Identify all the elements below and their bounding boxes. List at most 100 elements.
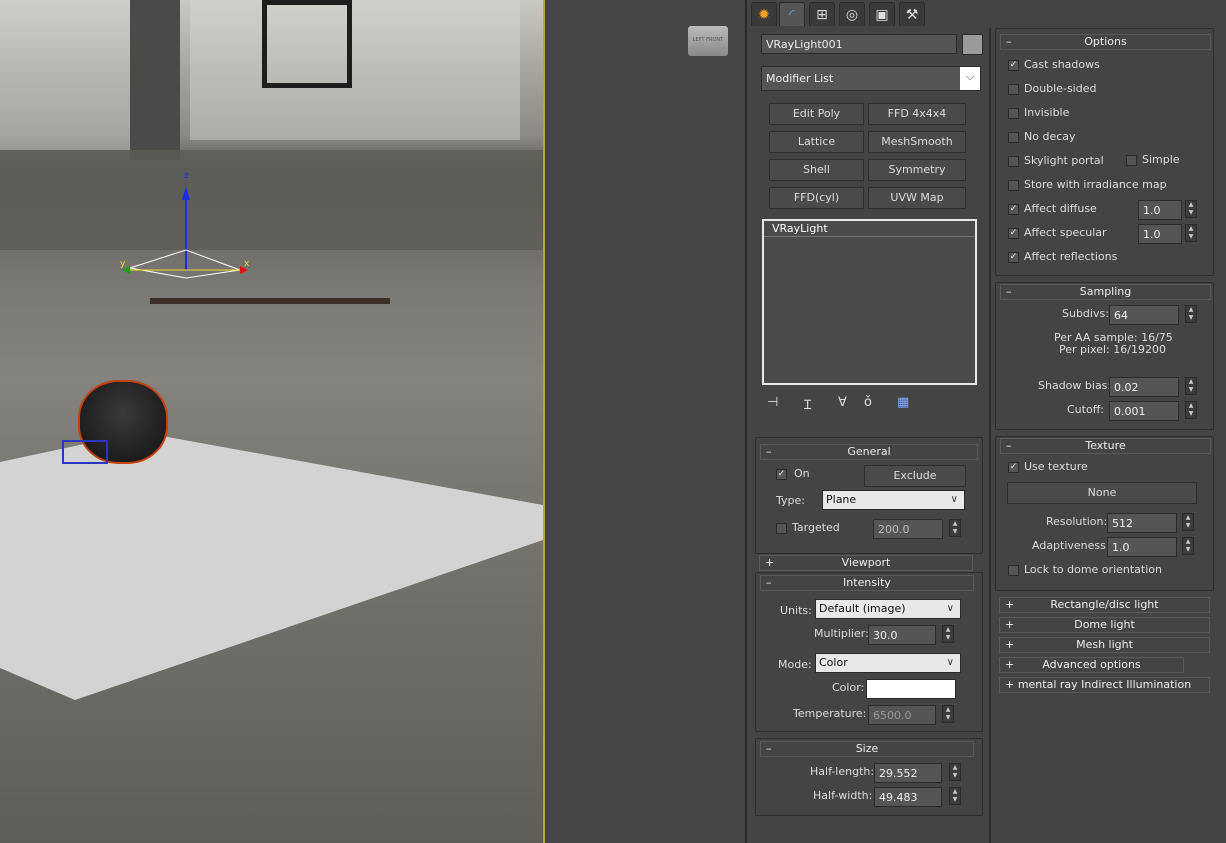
option-checkbox-3[interactable] xyxy=(1008,132,1019,143)
temperature-spinner[interactable]: ▲ ▼ xyxy=(942,705,954,723)
targeted-label: Targeted xyxy=(792,521,840,534)
modifier-edit-poly-button[interactable]: Edit Poly xyxy=(769,103,864,125)
simple-checkbox[interactable] xyxy=(1126,155,1137,166)
half-width-spinner[interactable]: ▲ ▼ xyxy=(949,787,961,805)
adaptiveness-input[interactable]: 1.0 xyxy=(1107,537,1177,557)
modifier-uvw-map-button[interactable]: UVW Map xyxy=(868,187,966,209)
tab-utilities[interactable]: ⚒ xyxy=(899,2,925,26)
resolution-input[interactable]: 512 xyxy=(1107,513,1177,533)
mesh-light-rollout-header[interactable]: + Mesh light xyxy=(999,637,1210,653)
shadow-bias-spinner[interactable]: ▲ ▼ xyxy=(1185,377,1197,395)
type-dropdown[interactable]: Plane ∨ xyxy=(822,490,965,510)
camera-object[interactable] xyxy=(62,440,108,464)
subdivs-spinner[interactable]: ▲ ▼ xyxy=(1185,305,1197,323)
sampling-title: Sampling xyxy=(1079,285,1132,298)
option-checkbox-0[interactable]: ✓ xyxy=(1008,60,1019,71)
half-length-input[interactable]: 29.552 xyxy=(874,763,942,783)
option-checkbox-6[interactable]: ✓ xyxy=(1008,204,1019,215)
affect-specular-spinner[interactable]: ▲ ▼ xyxy=(1185,224,1197,242)
texture-rollout: – Texture ✓ Use texture None Resolution: … xyxy=(995,436,1214,591)
resolution-spinner[interactable]: ▲ ▼ xyxy=(1182,513,1194,531)
lock-dome-label: Lock to dome orientation xyxy=(1024,563,1162,576)
intensity-rollout-header[interactable]: – Intensity xyxy=(760,575,974,591)
texture-rollout-header[interactable]: – Texture xyxy=(1000,438,1211,454)
configure-modifier-sets-icon[interactable]: ▦ xyxy=(897,395,909,410)
transform-gizmo[interactable]: x y z xyxy=(110,170,270,310)
half-length-label: Half-length: xyxy=(810,765,875,778)
gizmo-x-label: x xyxy=(244,259,250,269)
affect-diffuse-spinner[interactable]: ▲ ▼ xyxy=(1185,200,1197,218)
modifier-stack[interactable]: VRayLight xyxy=(762,219,977,385)
size-rollout-header[interactable]: – Size xyxy=(760,741,974,757)
tab-create[interactable]: ✹ xyxy=(751,2,777,26)
half-length-spinner[interactable]: ▲ ▼ xyxy=(949,763,961,781)
option-checkbox-4[interactable] xyxy=(1008,156,1019,167)
make-unique-icon[interactable]: ∀ xyxy=(838,395,847,410)
modifier-shell-button[interactable]: Shell xyxy=(769,159,864,181)
adaptiveness-label: Adaptiveness: xyxy=(1032,539,1110,552)
rollout-title: Advanced options xyxy=(1042,658,1141,671)
option-checkbox-5[interactable] xyxy=(1008,180,1019,191)
display-icon: ▣ xyxy=(875,7,889,23)
tab-modify[interactable]: ◜ xyxy=(779,2,805,26)
mental-ray-gi-rollout-header[interactable]: + mental ray Indirect Illumination xyxy=(999,677,1210,693)
affect-specular-input[interactable]: 1.0 xyxy=(1138,224,1182,244)
texture-map-button[interactable]: None xyxy=(1007,482,1197,504)
option-checkbox-7[interactable]: ✓ xyxy=(1008,228,1019,239)
dome-light-rollout-header[interactable]: + Dome light xyxy=(999,617,1210,633)
tab-display[interactable]: ▣ xyxy=(869,2,895,26)
sampling-rollout-header[interactable]: – Sampling xyxy=(1000,284,1211,300)
options-rollout-header[interactable]: – Options xyxy=(1000,34,1211,50)
half-width-input[interactable]: 49.483 xyxy=(874,787,942,807)
multiplier-input[interactable]: 30.0 xyxy=(868,625,936,645)
option-checkbox-8[interactable]: ✓ xyxy=(1008,252,1019,263)
subdivs-input[interactable]: 64 xyxy=(1109,305,1179,325)
modifier-ffd-4x4x4-button[interactable]: FFD 4x4x4 xyxy=(868,103,966,125)
viewport-rollout-header[interactable]: + Viewport xyxy=(759,555,973,571)
targeted-checkbox[interactable] xyxy=(776,523,787,534)
general-rollout-header[interactable]: – General xyxy=(760,444,978,460)
viewport[interactable]: x y z LEFT FRONT xyxy=(0,0,745,843)
pin-stack-icon[interactable]: ⊣ xyxy=(767,395,778,410)
target-distance-spinner[interactable]: ▲ ▼ xyxy=(949,519,961,537)
multiplier-spinner[interactable]: ▲ ▼ xyxy=(942,625,954,643)
modifier-ffd-cyl-button[interactable]: FFD(cyl) xyxy=(769,187,864,209)
modifier-list-dropdown[interactable]: Modifier List ⌵ xyxy=(761,66,981,91)
cutoff-spinner[interactable]: ▲ ▼ xyxy=(1185,401,1197,419)
stack-item-vraylight[interactable]: VRayLight xyxy=(764,221,975,237)
adaptiveness-spinner[interactable]: ▲ ▼ xyxy=(1182,537,1194,555)
option-label: Skylight portal xyxy=(1024,154,1104,167)
tab-motion[interactable]: ◎ xyxy=(839,2,865,26)
advanced-options-rollout-header[interactable]: + Advanced options xyxy=(999,657,1184,673)
lock-dome-checkbox[interactable] xyxy=(1008,565,1019,576)
affect-diffuse-input[interactable]: 1.0 xyxy=(1138,200,1182,220)
option-checkbox-1[interactable] xyxy=(1008,84,1019,95)
cutoff-input[interactable]: 0.001 xyxy=(1109,401,1179,421)
tab-hierarchy[interactable]: ⊞ xyxy=(809,2,835,26)
remove-modifier-icon[interactable]: ǒ xyxy=(864,395,872,410)
exclude-button[interactable]: Exclude xyxy=(864,465,966,487)
light-color-swatch[interactable] xyxy=(866,679,956,699)
option-label: Invisible xyxy=(1024,106,1070,119)
viewport-background-photo: x y z xyxy=(0,0,543,843)
chevron-down-icon: ∨ xyxy=(946,657,954,668)
on-checkbox[interactable]: ✓ xyxy=(776,469,787,480)
chevron-down-icon: ⌵ xyxy=(960,67,980,90)
rectangle-disc-light-rollout-header[interactable]: + Rectangle/disc light xyxy=(999,597,1210,613)
use-texture-checkbox[interactable]: ✓ xyxy=(1008,462,1019,473)
object-color-swatch[interactable] xyxy=(962,34,983,55)
units-dropdown[interactable]: Default (image) ∨ xyxy=(815,599,961,619)
gizmo-z-label: z xyxy=(184,171,189,181)
temperature-input[interactable]: 6500.0 xyxy=(868,705,936,725)
viewcube[interactable]: LEFT FRONT xyxy=(688,26,728,56)
show-end-result-icon[interactable]: Ɪ xyxy=(804,395,811,413)
shadow-bias-input[interactable]: 0.02 xyxy=(1109,377,1179,397)
color-label: Color: xyxy=(832,681,865,694)
modifier-symmetry-button[interactable]: Symmetry xyxy=(868,159,966,181)
object-name-input[interactable]: VRayLight001 xyxy=(761,34,957,54)
mode-dropdown[interactable]: Color ∨ xyxy=(815,653,961,673)
modifier-meshsmooth-button[interactable]: MeshSmooth xyxy=(868,131,966,153)
target-distance-input[interactable]: 200.0 xyxy=(873,519,943,539)
modifier-lattice-button[interactable]: Lattice xyxy=(769,131,864,153)
option-checkbox-2[interactable] xyxy=(1008,108,1019,119)
